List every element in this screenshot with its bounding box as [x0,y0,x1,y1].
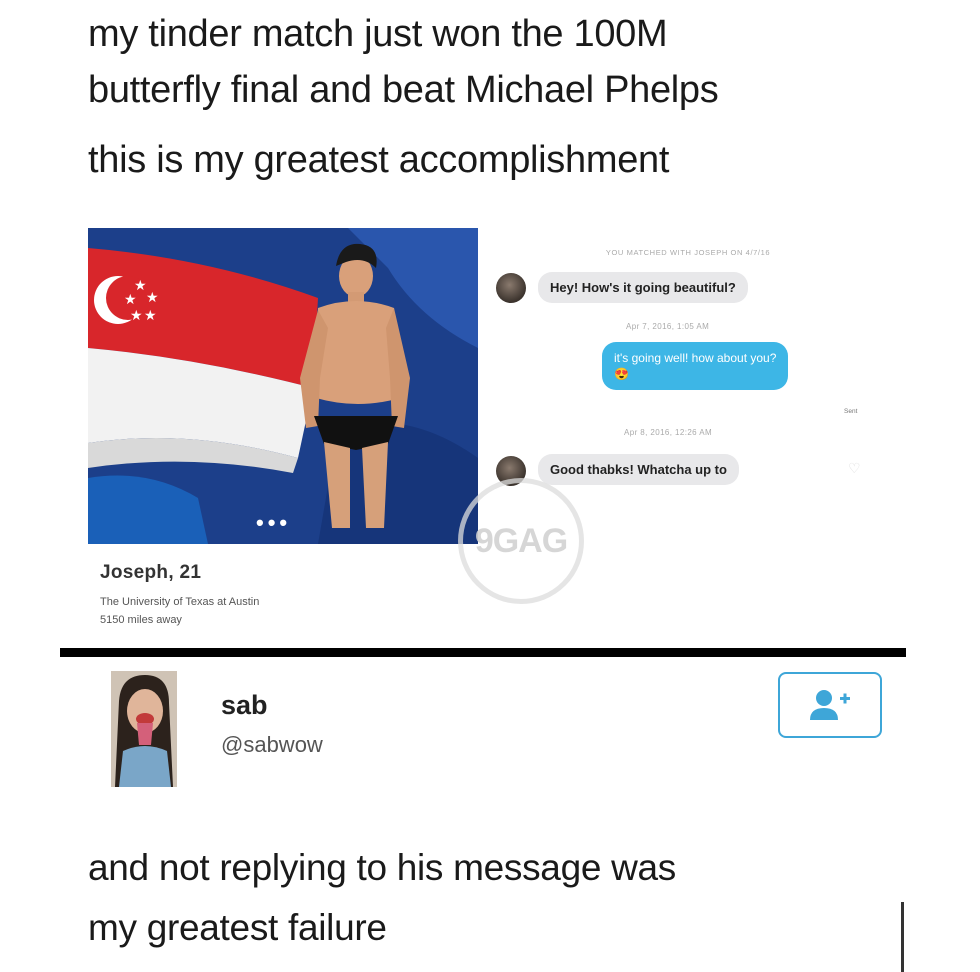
divider [60,648,906,657]
heart-eyes-emoji-icon: 😍 [614,367,629,381]
tweet-author-handle[interactable]: @sabwow [221,732,323,758]
profile-distance: 5150 miles away [100,614,182,626]
profile-school: The University of Texas at Austin [100,596,260,608]
caption-line-1: my tinder match just won the 100M [88,13,668,55]
svg-text:★: ★ [146,289,159,305]
tweet-text: and not replying to his message was my g… [88,838,676,958]
profile-photo[interactable]: ★ ★ ★ ★ ★ [88,228,478,544]
profile-name: Joseph, 21 [100,562,202,583]
message-timestamp: Apr 8, 2016, 12:26 AM [624,428,713,437]
svg-text:★: ★ [130,307,143,323]
sent-status: Sent [844,408,858,415]
avatar-photo [111,671,177,787]
message-outgoing-text: it's going well! how about you? [614,351,777,365]
match-header: YOU MATCHED WITH JOSEPH ON 4/7/16 [605,248,771,257]
heart-outline-icon[interactable]: ♡ [848,460,864,476]
tweet-text-line-2: my greatest failure [88,907,387,948]
more-dots[interactable]: ••• [256,510,291,536]
post-caption: my tinder match just won the 100M butter… [88,6,948,188]
caption-line-3: this is my greatest accomplishment [88,139,670,181]
add-user-icon [810,690,850,720]
photo-illustration: ★ ★ ★ ★ ★ [88,228,478,544]
profile-info: Joseph, 21 The University of Texas at Au… [100,562,259,626]
tweet-author-name[interactable]: sab [221,690,268,721]
message-incoming: Hey! How's it going beautiful? [538,272,748,303]
caption-line-2: butterfly final and beat Michael Phelps [88,69,719,111]
svg-text:★: ★ [124,291,137,307]
scrollbar[interactable] [901,902,904,972]
message-outgoing: it's going well! how about you? 😍 [602,342,789,390]
message-timestamp: Apr 7, 2016, 1:05 AM [626,322,710,331]
watermark-logo: 9GAG [458,478,584,604]
watermark-text: 9GAG [474,521,568,560]
tweet-text-line-1: and not replying to his message was [88,847,677,888]
match-avatar[interactable] [496,273,526,303]
message-incoming: Good thabks! Whatcha up to [538,454,739,485]
svg-text:★: ★ [144,307,157,323]
follow-button[interactable] [778,672,882,738]
avatar[interactable] [111,671,177,787]
